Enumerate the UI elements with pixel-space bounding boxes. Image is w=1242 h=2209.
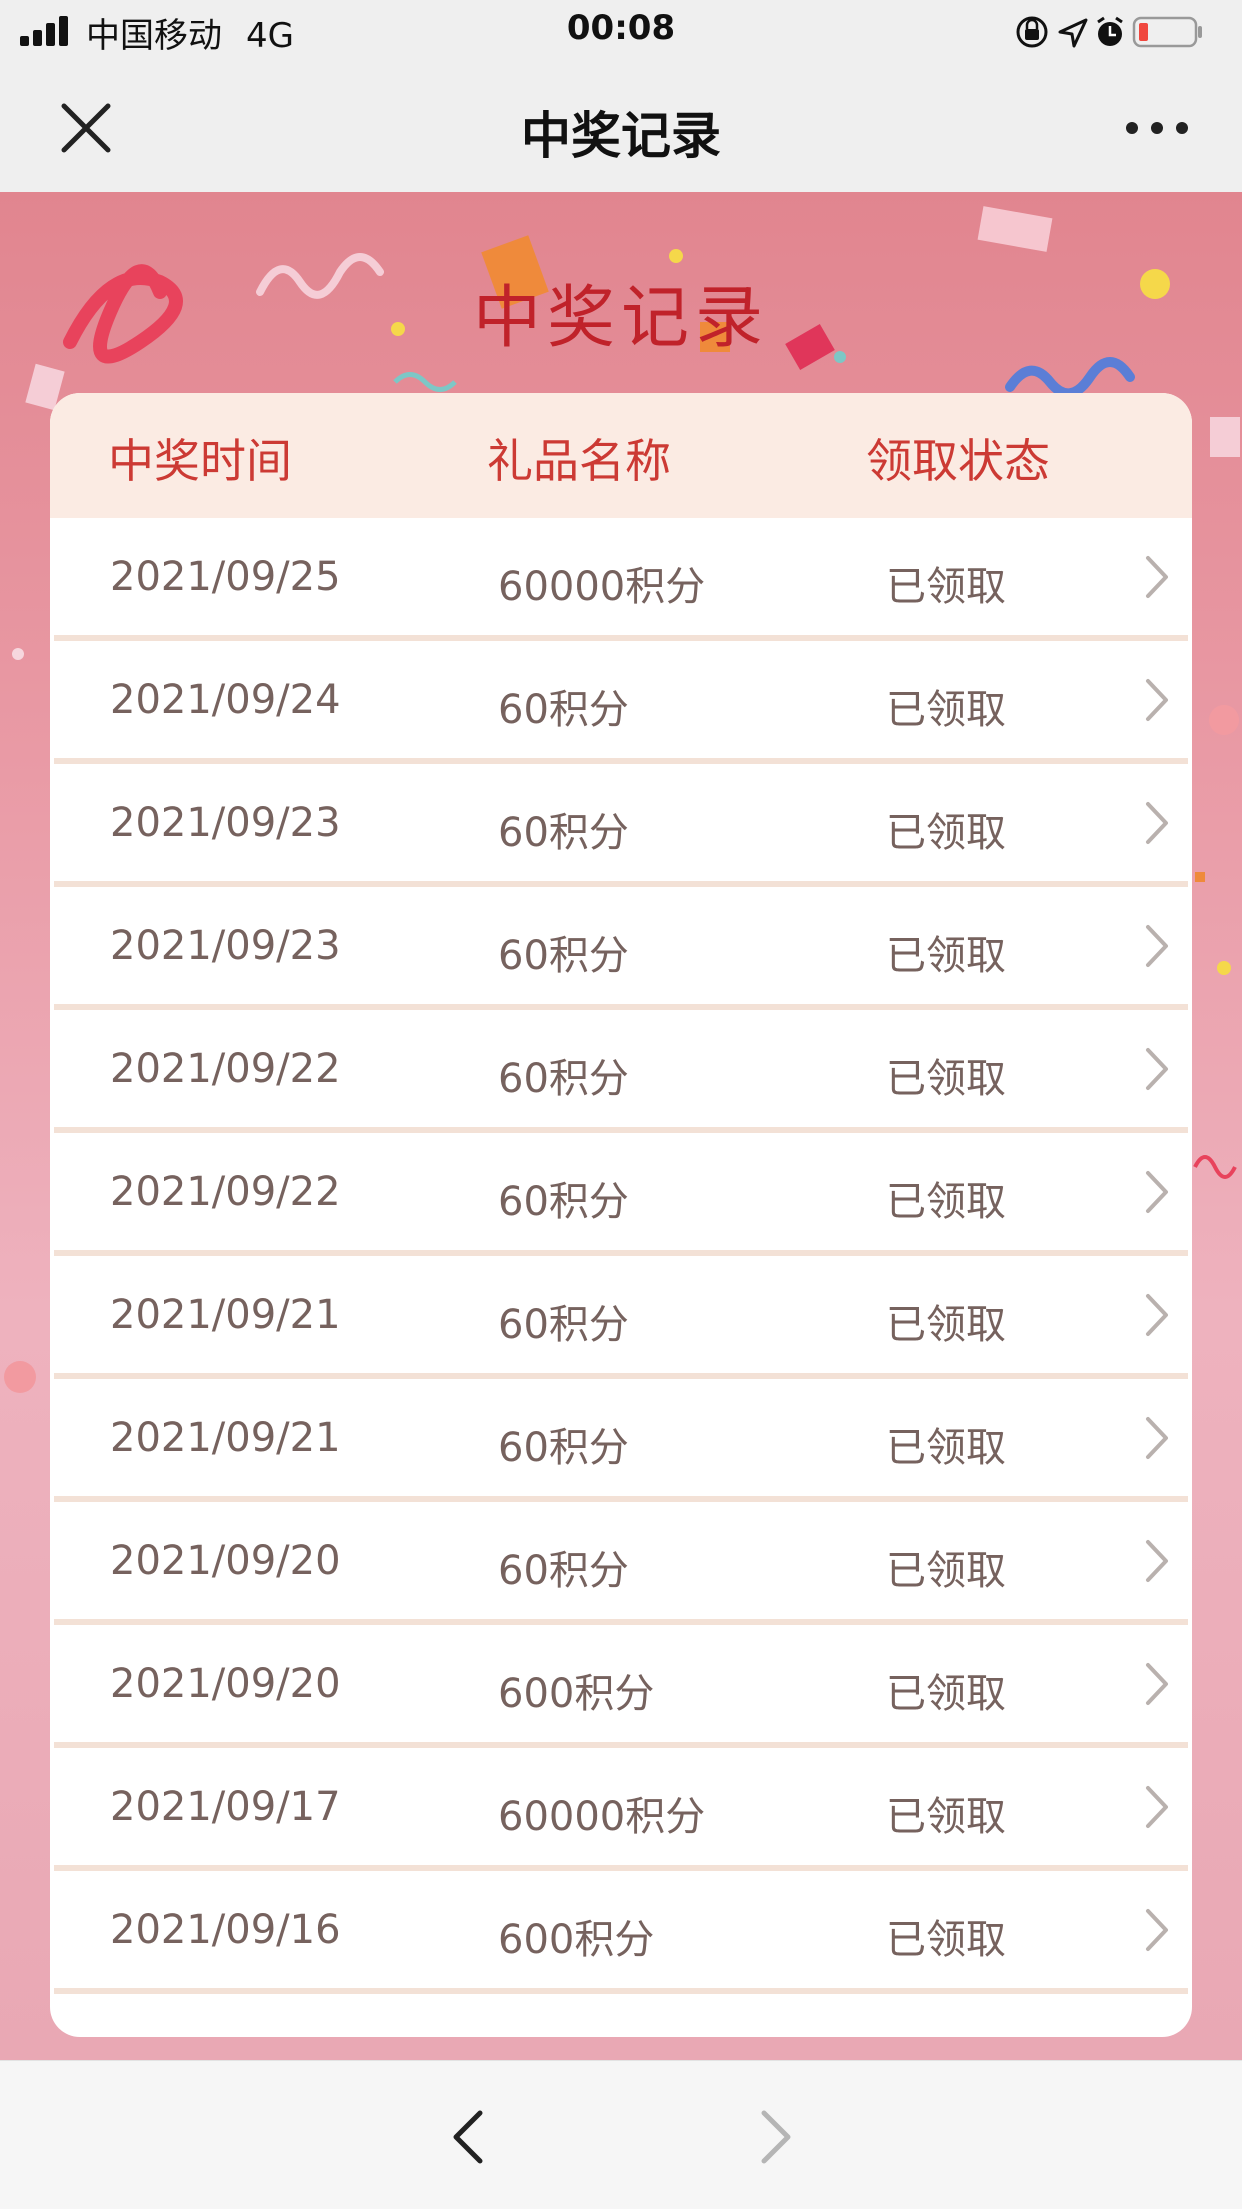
table-row[interactable]: 2021/09/20 60积分 已领取 — [54, 1502, 1188, 1625]
row-date: 2021/09/21 — [110, 1415, 341, 1461]
row-status: 已领取 — [886, 1794, 1006, 1840]
row-gift: 60000积分 — [498, 1794, 706, 1840]
row-gift: 60积分 — [498, 687, 629, 733]
header-status: 领取状态 — [866, 434, 1050, 488]
status-bar: 中国移动 4G 00:08 — [0, 0, 1242, 62]
row-date: 2021/09/22 — [110, 1169, 341, 1215]
chevron-right-icon — [1146, 556, 1168, 598]
row-gift: 60积分 — [498, 810, 629, 856]
row-status: 已领取 — [886, 564, 1006, 610]
row-status: 已领取 — [886, 1548, 1006, 1594]
row-status: 已领取 — [886, 687, 1006, 733]
row-date: 2021/09/25 — [110, 554, 341, 600]
row-status: 已领取 — [886, 1671, 1006, 1717]
row-status: 已领取 — [886, 933, 1006, 979]
table-row[interactable]: 2021/09/21 60积分 已领取 — [54, 1256, 1188, 1379]
row-status: 已领取 — [886, 1302, 1006, 1348]
chevron-right-icon[interactable] — [756, 2107, 796, 2167]
chevron-left-icon[interactable] — [448, 2107, 488, 2167]
table-row[interactable]: 2021/09/21 60积分 已领取 — [54, 1379, 1188, 1502]
prize-record-table: 中奖时间 礼品名称 领取状态 2021/09/25 60000积分 已领取 2021/… — [50, 393, 1192, 2037]
row-status: 已领取 — [886, 1179, 1006, 1225]
row-date: 2021/09/17 — [110, 1784, 341, 1830]
row-gift: 60积分 — [498, 1056, 629, 1102]
table-row[interactable]: 2021/09/25 60000积分 已领取 — [54, 518, 1188, 641]
row-date: 2021/09/20 — [110, 1661, 341, 1707]
more-icon[interactable] — [1122, 118, 1192, 138]
bottom-toolbar — [0, 2060, 1242, 2209]
rotation-lock-icon — [1016, 16, 1048, 48]
row-date: 2021/09/21 — [110, 1292, 341, 1338]
row-date: 2021/09/23 — [110, 923, 341, 969]
header-gift: 礼品名称 — [487, 434, 671, 488]
chevron-right-icon — [1146, 1294, 1168, 1336]
status-icons — [1016, 16, 1202, 48]
table-row[interactable]: 2021/09/23 60积分 已领取 — [54, 764, 1188, 887]
table-row[interactable]: 2021/09/24 60积分 已领取 — [54, 641, 1188, 764]
chevron-right-icon — [1146, 1909, 1168, 1951]
chevron-right-icon — [1146, 802, 1168, 844]
row-date: 2021/09/16 — [110, 1907, 341, 1953]
nav-title: 中奖记录 — [521, 107, 721, 165]
chevron-right-icon — [1146, 1171, 1168, 1213]
chevron-right-icon — [1146, 1417, 1168, 1459]
header-time: 中奖时间 — [108, 434, 292, 488]
chevron-right-icon — [1146, 1048, 1168, 1090]
row-date: 2021/09/20 — [110, 1538, 341, 1584]
table-header: 中奖时间 礼品名称 领取状态 — [50, 393, 1192, 518]
banner-title: 中奖记录 — [472, 279, 769, 358]
row-gift: 60积分 — [498, 1548, 629, 1594]
row-gift: 60积分 — [498, 1179, 629, 1225]
row-date: 2021/09/23 — [110, 800, 341, 846]
row-gift: 60积分 — [498, 1302, 629, 1348]
row-status: 已领取 — [886, 1425, 1006, 1471]
battery-low-icon — [1132, 16, 1202, 48]
chevron-right-icon — [1146, 1786, 1168, 1828]
table-row[interactable]: 2021/09/22 60积分 已领取 — [54, 1010, 1188, 1133]
table-row[interactable]: 2021/09/22 60积分 已领取 — [54, 1133, 1188, 1256]
table-row[interactable]: 2021/09/23 60积分 已领取 — [54, 887, 1188, 1010]
table-row[interactable]: 2021/09/20 600积分 已领取 — [54, 1625, 1188, 1748]
row-date: 2021/09/24 — [110, 677, 341, 723]
row-gift: 60积分 — [498, 933, 629, 979]
row-gift: 600积分 — [498, 1671, 655, 1717]
nav-bar: 中奖记录 — [0, 62, 1242, 192]
table-row[interactable]: 2021/09/17 60000积分 已领取 — [54, 1748, 1188, 1871]
alarm-icon — [1097, 16, 1123, 46]
chevron-right-icon — [1146, 679, 1168, 721]
row-gift: 60000积分 — [498, 564, 706, 610]
table-row[interactable]: 2021/09/16 600积分 已领取 — [54, 1871, 1188, 1994]
chevron-right-icon — [1146, 925, 1168, 967]
row-gift: 60积分 — [498, 1425, 629, 1471]
chevron-right-icon — [1146, 1663, 1168, 1705]
chevron-right-icon — [1146, 1540, 1168, 1582]
location-icon — [1058, 18, 1088, 48]
row-gift: 600积分 — [498, 1917, 655, 1963]
row-status: 已领取 — [886, 1917, 1006, 1963]
row-status: 已领取 — [886, 810, 1006, 856]
row-date: 2021/09/22 — [110, 1046, 341, 1092]
row-status: 已领取 — [886, 1056, 1006, 1102]
